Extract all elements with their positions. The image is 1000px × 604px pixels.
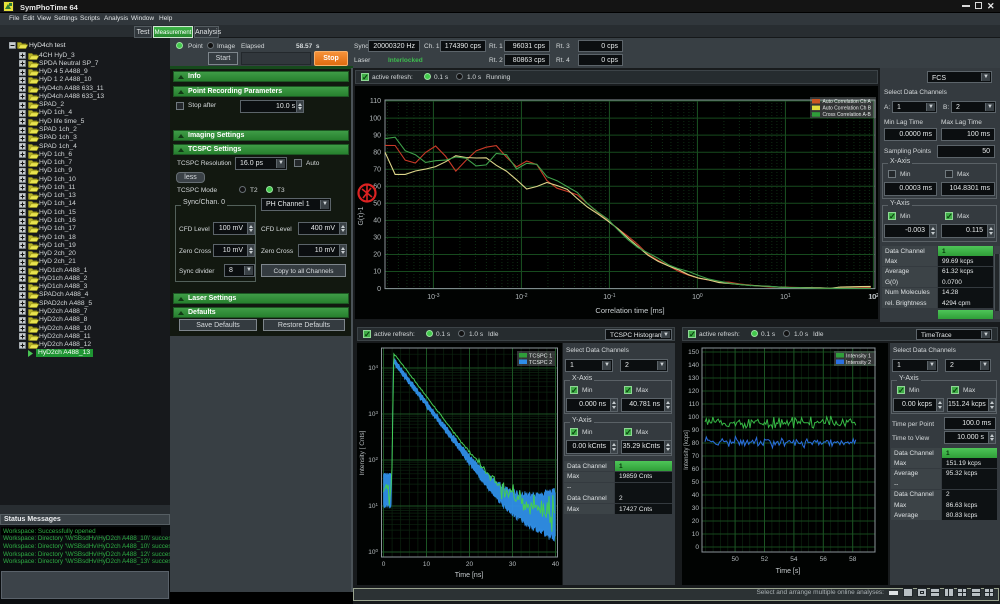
svg-text:50: 50 [731, 556, 739, 563]
svg-text:20: 20 [373, 252, 381, 259]
svg-text:10: 10 [373, 269, 381, 276]
svg-text:Intensity [ Cnts]: Intensity [ Cnts] [359, 430, 366, 475]
svg-text:20: 20 [692, 518, 700, 525]
svg-text:120: 120 [688, 388, 699, 395]
svg-text:Intensity 2: Intensity 2 [846, 360, 871, 366]
svg-text:Intensity 1: Intensity 1 [846, 354, 871, 360]
svg-text:70: 70 [373, 166, 381, 173]
svg-text:10: 10 [692, 531, 700, 538]
svg-text:Time [s]: Time [s] [776, 568, 801, 575]
svg-text:Correlation time [ms]: Correlation time [ms] [595, 306, 664, 315]
svg-text:40: 40 [552, 561, 560, 568]
svg-text:52: 52 [761, 556, 769, 563]
svg-text:50: 50 [692, 479, 700, 486]
svg-text:40: 40 [692, 492, 700, 499]
svg-text:80: 80 [692, 440, 700, 447]
svg-text:G(τ)-1: G(τ)-1 [358, 206, 365, 225]
svg-text:Time [ns]: Time [ns] [455, 572, 484, 579]
svg-text:0: 0 [377, 286, 381, 293]
svg-text:Intensity [kcps]: Intensity [kcps] [684, 430, 690, 470]
svg-text:150: 150 [688, 349, 699, 356]
svg-text:56: 56 [820, 556, 828, 563]
svg-text:110: 110 [689, 401, 700, 408]
svg-text:50: 50 [373, 201, 381, 208]
svg-text:140: 140 [688, 362, 699, 369]
svg-text:TCSPC 2: TCSPC 2 [529, 360, 552, 366]
svg-text:Cross Correlation A-B: Cross Correlation A-B [823, 112, 872, 118]
svg-text:40: 40 [373, 218, 381, 225]
svg-text:Auto Correlation Ch A: Auto Correlation Ch A [823, 99, 872, 105]
svg-text:0: 0 [695, 544, 699, 551]
svg-text:80: 80 [373, 149, 381, 156]
svg-text:30: 30 [509, 561, 517, 568]
svg-text:100: 100 [369, 115, 381, 122]
svg-text:70: 70 [692, 453, 700, 460]
svg-text:30: 30 [692, 505, 700, 512]
svg-text:90: 90 [373, 132, 381, 139]
svg-text:Auto Correlation Ch B: Auto Correlation Ch B [823, 106, 872, 112]
svg-text:58: 58 [849, 556, 857, 563]
svg-text:20: 20 [466, 561, 474, 568]
svg-text:TCSPC 1: TCSPC 1 [529, 354, 552, 360]
svg-text:54: 54 [790, 556, 798, 563]
svg-text:30: 30 [373, 235, 381, 242]
svg-text:10: 10 [423, 561, 431, 568]
svg-text:60: 60 [692, 466, 700, 473]
svg-text:0: 0 [382, 561, 386, 568]
svg-text:110: 110 [370, 98, 381, 105]
svg-text:130: 130 [688, 375, 699, 382]
svg-text:100: 100 [688, 414, 699, 421]
svg-text:90: 90 [692, 427, 700, 434]
